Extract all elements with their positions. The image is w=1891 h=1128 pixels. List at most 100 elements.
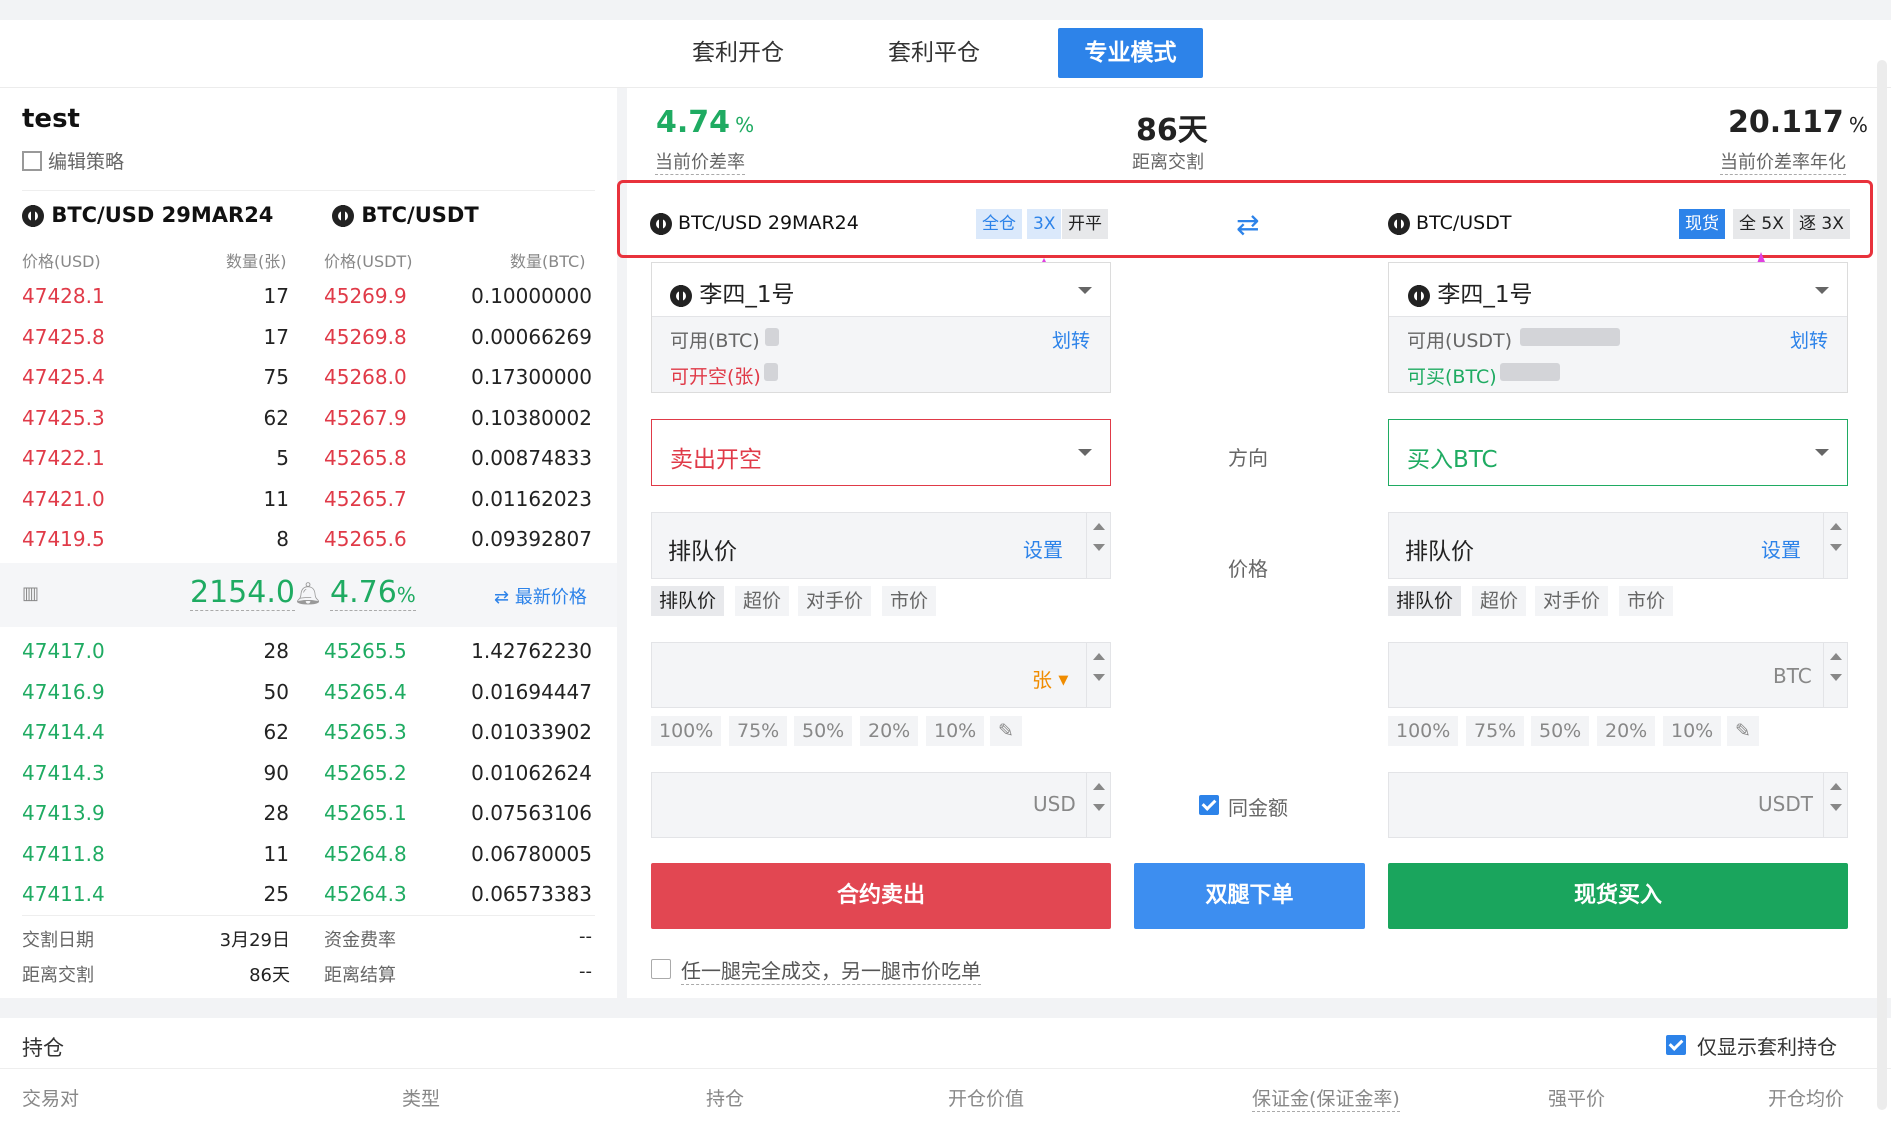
left-chip-queue[interactable]: 排队价 (651, 586, 725, 616)
right-direction-value: 买入BTC (1407, 447, 1498, 473)
right-qty-unit: BTC (1773, 664, 1812, 688)
right-chip-counter[interactable]: 对手价 (1535, 586, 1609, 616)
percent-chip[interactable]: 50% (794, 716, 853, 746)
depth-chart-icon[interactable]: ▥ (22, 583, 39, 604)
stat-spread-rate: 4.74 % (656, 105, 754, 140)
mid-rate: 4.76% (330, 575, 416, 611)
orderbook-row[interactable]: 47417.0 28 45265.5 1.42762230 (0, 631, 617, 671)
row-qty-contracts: 62 (263, 405, 289, 430)
right-chip-market[interactable]: 市价 (1619, 586, 1674, 616)
stat-value: 4.74 (656, 105, 731, 140)
left-edit-percent-icon[interactable]: ✎ (990, 716, 1022, 746)
left-price-stepper[interactable] (1086, 513, 1110, 578)
cross-leverage-tag[interactable]: 全 5X (1733, 209, 1790, 239)
scrollbar[interactable] (1877, 60, 1887, 1110)
row-qty-btc: 0.06780005 (471, 841, 592, 866)
orderbook-row[interactable]: 47428.1 17 45269.9 0.10000000 (0, 276, 617, 316)
stat-value: 20.117 (1728, 105, 1844, 140)
tab-pro-mode[interactable]: 专业模式 (1058, 28, 1203, 78)
orderbook-row[interactable]: 47422.1 5 45265.8 0.00874833 (0, 438, 617, 478)
orderbook-row[interactable]: 47425.8 17 45269.8 0.00066269 (0, 317, 617, 357)
market-fill-checkbox[interactable] (651, 959, 671, 979)
left-qty-unit-select[interactable]: 张 ▼ (1032, 664, 1068, 693)
positions-title: 持仓 (22, 1036, 64, 1060)
percent-chip[interactable]: 10% (1663, 716, 1722, 746)
swap-legs-icon[interactable]: ⇄ (1236, 208, 1259, 241)
right-price-settings-link[interactable]: 设置 (1761, 534, 1801, 563)
orderbook-row[interactable]: 47421.0 11 45265.7 0.01162023 (0, 479, 617, 519)
right-chip-queue[interactable]: 排队价 (1388, 586, 1462, 616)
right-qty-stepper[interactable] (1823, 643, 1847, 707)
delivery-date-label: 交割日期 (22, 930, 94, 951)
percent-chip[interactable]: 75% (1466, 716, 1525, 746)
percent-chip[interactable]: 100% (651, 716, 722, 746)
orderbook-row[interactable]: 47413.9 28 45265.1 0.07563106 (0, 793, 617, 833)
row-price-usd: 47421.0 (22, 486, 105, 511)
stat-days-to-delivery: 86天 (1136, 113, 1208, 148)
right-edit-percent-icon[interactable]: ✎ (1727, 716, 1759, 746)
left-transfer-link[interactable]: 划转 (1052, 326, 1090, 353)
left-chip-market[interactable]: 市价 (882, 586, 937, 616)
orderbook-row[interactable]: 47425.4 75 45268.0 0.17300000 (0, 357, 617, 397)
orderbook-row[interactable]: 47419.5 8 45265.6 0.09392807 (0, 519, 617, 559)
only-arb-label: 仅显示套利持仓 (1697, 1035, 1837, 1059)
bell-icon[interactable]: 🔔︎ (294, 582, 322, 607)
pair-label: BTC/USD 29MAR24 (678, 212, 859, 234)
right-available-label: 可用(USDT) (1407, 330, 1513, 352)
open-close-tag[interactable]: 开平 (1062, 209, 1108, 239)
percent-chip[interactable]: 20% (860, 716, 919, 746)
orderbook-row[interactable]: 47411.8 11 45264.8 0.06780005 (0, 834, 617, 874)
edit-strategy-link[interactable]: 编辑策略 (22, 147, 124, 174)
mid-rate-unit: % (396, 583, 416, 607)
percent-chip[interactable]: 20% (1597, 716, 1656, 746)
margin-mode-tag[interactable]: 全仓 (976, 209, 1022, 239)
right-transfer-link[interactable]: 划转 (1790, 326, 1828, 353)
edit-strategy-label: 编辑策略 (48, 151, 125, 173)
col-avg-open-price: 开仓均价 (1768, 1088, 1845, 1110)
edit-icon (22, 151, 42, 171)
percent-chip[interactable]: 75% (729, 716, 788, 746)
stat-unit: % (735, 113, 755, 137)
left-chip-over[interactable]: 超价 (735, 586, 790, 616)
orderbook-row[interactable]: 47416.9 50 45265.4 0.01694447 (0, 672, 617, 712)
row-price-usd: 47425.4 (22, 365, 105, 389)
spot-tag[interactable]: 现货 (1679, 209, 1725, 239)
positions-panel (0, 1018, 1891, 1128)
right-chip-over[interactable]: 超价 (1472, 586, 1527, 616)
latest-price-toggle[interactable]: ⇄ 最新价格 (494, 583, 587, 609)
contract-sell-button[interactable]: 合约卖出 (651, 863, 1111, 929)
spot-buy-button[interactable]: 现货买入 (1388, 863, 1848, 929)
funding-rate-label: 资金费率 (324, 930, 396, 951)
stat-unit: % (1848, 113, 1868, 137)
redacted-value (1520, 328, 1620, 346)
right-price-stepper[interactable] (1823, 513, 1847, 578)
isolated-leverage-tag[interactable]: 逐 3X (1793, 209, 1850, 239)
leverage-tag[interactable]: 3X (1027, 209, 1062, 239)
pair-label: BTC/USDT (1416, 212, 1512, 234)
account-label: 李四_1号 (1437, 282, 1533, 308)
coin-icon (1408, 284, 1430, 307)
right-amount-stepper[interactable] (1823, 773, 1847, 837)
percent-chip[interactable]: 10% (926, 716, 985, 746)
orderbook-row[interactable]: 47414.3 90 45265.2 0.01062624 (0, 753, 617, 793)
same-amount-checkbox[interactable] (1199, 795, 1219, 815)
left-price-settings-link[interactable]: 设置 (1023, 534, 1063, 563)
only-arb-checkbox[interactable] (1666, 1035, 1686, 1055)
row-price-usd: 47417.0 (22, 639, 105, 663)
orderbook-row[interactable]: 47414.4 62 45265.3 0.01033902 (0, 712, 617, 752)
orderbook-row[interactable]: 47411.4 25 45264.3 0.06573383 (0, 874, 617, 914)
left-chip-counter[interactable]: 对手价 (798, 586, 872, 616)
left-amount-stepper[interactable] (1086, 773, 1110, 837)
row-price-usdt: 45267.9 (324, 405, 407, 430)
col-header-price-usd: 价格(USD) (22, 252, 101, 271)
tab-arbitrage-open[interactable]: 套利开仓 (673, 28, 803, 78)
tab-arbitrage-close[interactable]: 套利平仓 (869, 28, 999, 78)
dual-leg-order-button[interactable]: 双腿下单 (1134, 863, 1365, 929)
row-qty-btc: 0.00874833 (471, 446, 592, 470)
row-price-usdt: 45265.2 (324, 760, 407, 785)
percent-chip[interactable]: 100% (1388, 716, 1459, 746)
orderbook-row[interactable]: 47425.3 62 45267.9 0.10380002 (0, 398, 617, 438)
left-qty-stepper[interactable] (1086, 643, 1110, 707)
percent-chip[interactable]: 50% (1531, 716, 1590, 746)
row-qty-btc: 0.10000000 (471, 284, 592, 308)
